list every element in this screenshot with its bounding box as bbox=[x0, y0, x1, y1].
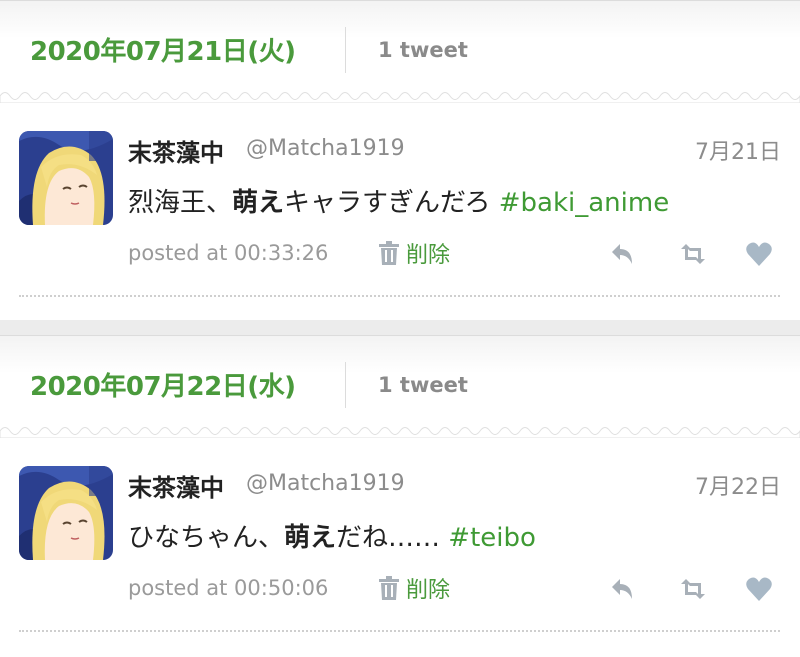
zigzag-divider bbox=[0, 92, 800, 103]
delete-button[interactable]: 削除 bbox=[378, 238, 450, 268]
retweet-icon[interactable] bbox=[679, 575, 707, 603]
avatar[interactable] bbox=[19, 131, 113, 225]
day-date: 2020年07月22日(水) bbox=[30, 372, 296, 402]
posted-time: posted at 00:50:06 bbox=[128, 576, 329, 600]
day-section-0721: 2020年07月21日(火) 1 tweet 末茶藻中 @Matcha1919 … bbox=[0, 0, 800, 320]
text-segment: だね…… bbox=[336, 523, 449, 553]
trash-icon bbox=[379, 241, 399, 265]
heart-icon[interactable] bbox=[745, 240, 773, 268]
heart-icon[interactable] bbox=[745, 575, 773, 603]
divider bbox=[345, 27, 346, 73]
tweet-text: 烈海王、萌えキャラすぎんだろ #baki_anime bbox=[128, 182, 669, 219]
day-header: 2020年07月22日(水) 1 tweet bbox=[0, 335, 800, 438]
hashtag-link[interactable]: #baki_anime bbox=[499, 188, 669, 218]
user-handle[interactable]: @Matcha1919 bbox=[246, 136, 405, 161]
trash-icon bbox=[379, 576, 399, 600]
delete-label: 削除 bbox=[406, 243, 451, 268]
posted-time: posted at 00:33:26 bbox=[128, 241, 329, 265]
user-name[interactable]: 末茶藻中 bbox=[128, 133, 224, 168]
highlight-keyword: 萌え bbox=[284, 523, 337, 553]
divider bbox=[345, 362, 346, 408]
day-date: 2020年07月21日(火) bbox=[30, 37, 296, 67]
user-handle[interactable]: @Matcha1919 bbox=[246, 471, 405, 496]
day-section-0722: 2020年07月22日(水) 1 tweet 末茶藻中 @Matcha1919 … bbox=[0, 335, 800, 657]
reply-icon[interactable] bbox=[608, 575, 636, 603]
tweet-text: ひなちゃん、萌えだね…… #teibo bbox=[128, 517, 536, 554]
tweet-count: 1 tweet bbox=[378, 38, 468, 62]
text-segment: キャラすぎんだろ bbox=[284, 188, 499, 218]
tweet-item: 末茶藻中 @Matcha1919 7月21日 烈海王、萌えキャラすぎんだろ #b… bbox=[0, 102, 800, 302]
tweet-item: 末茶藻中 @Matcha1919 7月22日 ひなちゃん、萌えだね…… #tei… bbox=[0, 437, 800, 637]
reply-icon[interactable] bbox=[608, 240, 636, 268]
tweet-date[interactable]: 7月21日 bbox=[695, 134, 781, 166]
tweet-divider bbox=[19, 630, 780, 632]
highlight-keyword: 萌え bbox=[232, 188, 285, 218]
delete-button[interactable]: 削除 bbox=[378, 573, 450, 603]
zigzag-divider bbox=[0, 427, 800, 438]
tweet-date[interactable]: 7月22日 bbox=[695, 469, 781, 501]
hashtag-link[interactable]: #teibo bbox=[448, 523, 536, 553]
text-segment: ひなちゃん、 bbox=[128, 523, 285, 553]
retweet-icon[interactable] bbox=[679, 240, 707, 268]
tweet-count: 1 tweet bbox=[378, 373, 468, 397]
tweet-divider bbox=[19, 295, 780, 297]
text-segment: 烈海王、 bbox=[128, 188, 233, 218]
day-header: 2020年07月21日(火) 1 tweet bbox=[0, 0, 800, 103]
avatar[interactable] bbox=[19, 466, 113, 560]
delete-label: 削除 bbox=[406, 578, 451, 603]
user-name[interactable]: 末茶藻中 bbox=[128, 468, 224, 503]
